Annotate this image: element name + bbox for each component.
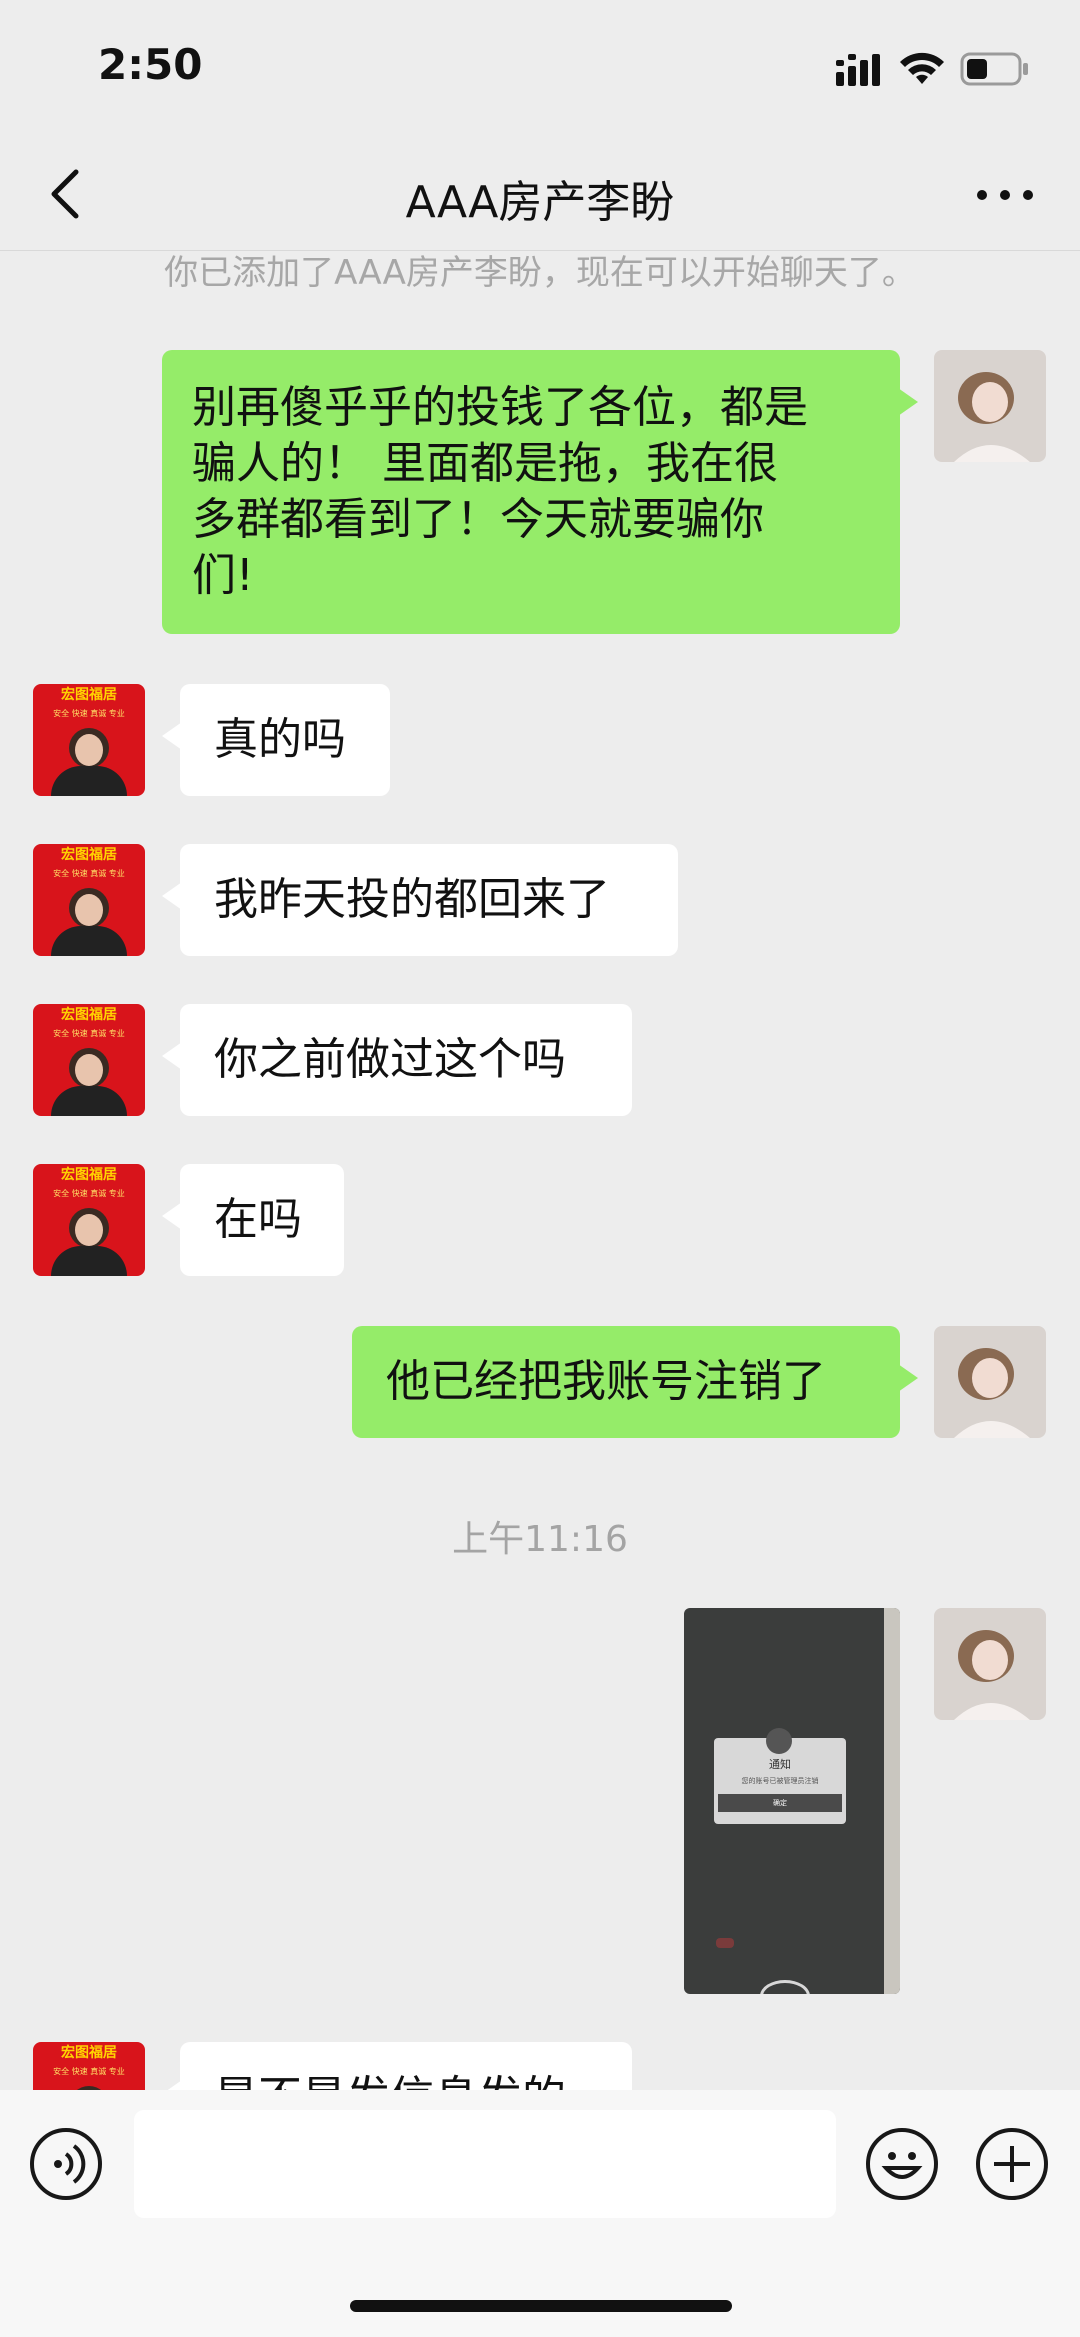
home-indicator bbox=[350, 2300, 732, 2312]
message-bubble-sent[interactable]: 他已经把我账号注销了 bbox=[352, 1326, 918, 1438]
user-photo-icon bbox=[934, 1608, 1046, 1720]
message-line: 们! bbox=[192, 550, 254, 601]
contact-avatar[interactable]: 宏图福居 安全 快速 真诚 专业 bbox=[33, 684, 145, 796]
chat-title: AAA房产李盼 bbox=[405, 177, 675, 228]
contact-avatar[interactable]: 宏图福居 安全 快速 真诚 专业 bbox=[33, 1164, 145, 1276]
status-time: 2:50 bbox=[98, 40, 203, 89]
message-text: 我昨天投的都回来了 bbox=[214, 874, 610, 925]
avatar-banner-title: 宏图福居 bbox=[61, 687, 117, 703]
message-line: 多群都看到了！今天就要骗你 bbox=[192, 494, 764, 545]
message-bubble-received[interactable]: 你之前做过这个吗 bbox=[162, 1004, 632, 1116]
image-message[interactable]: 通知 您的账号已被管理员注销 确定 bbox=[684, 1608, 900, 1994]
message-text: 你之前做过这个吗 bbox=[214, 1034, 566, 1085]
more-actions-button[interactable] bbox=[976, 2128, 1048, 2200]
emoji-icon bbox=[881, 2152, 923, 2179]
avatar-banner-slogan: 安全 快速 真诚 专业 bbox=[53, 709, 125, 718]
plus-icon bbox=[994, 2146, 1030, 2182]
battery-icon bbox=[960, 52, 1028, 86]
avatar-banner-slogan: 安全 快速 真诚 专业 bbox=[53, 1189, 125, 1198]
input-bar bbox=[0, 2090, 1080, 2337]
message-bubble-sent[interactable]: 别再傻乎乎的投钱了各位，都是 骗人的！ 里面都是拖，我在很 多群都看到了！今天就… bbox=[162, 350, 918, 634]
avatar-banner-slogan: 安全 快速 真诚 专业 bbox=[53, 2067, 125, 2076]
status-bar: 2:50 bbox=[0, 0, 1080, 140]
message-text: 在吗 bbox=[214, 1194, 302, 1245]
notice-body: 您的账号已被管理员注销 bbox=[741, 1777, 819, 1785]
my-avatar[interactable] bbox=[934, 350, 1046, 462]
notice-title: 通知 bbox=[769, 1758, 791, 1771]
wifi-icon bbox=[900, 52, 944, 84]
more-options-icon[interactable] bbox=[970, 170, 1040, 220]
photo-detail bbox=[716, 1938, 734, 1948]
notice-dialog: 通知 您的账号已被管理员注销 确定 bbox=[714, 1728, 846, 1824]
message-line: 别再傻乎乎的投钱了各位，都是 bbox=[192, 382, 808, 433]
phone-edge bbox=[884, 1608, 900, 1994]
my-avatar[interactable] bbox=[934, 1326, 1046, 1438]
avatar-banner-title: 宏图福居 bbox=[61, 2045, 117, 2061]
message-line: 骗人的！ 里面都是拖，我在很 bbox=[192, 438, 778, 489]
avatar-banner-title: 宏图福居 bbox=[61, 1007, 117, 1023]
message-text: 真的吗 bbox=[214, 714, 346, 765]
user-photo-icon bbox=[934, 350, 1046, 462]
cellular-signal-icon bbox=[836, 54, 880, 86]
avatar-banner-title: 宏图福居 bbox=[61, 847, 117, 863]
message-text: 他已经把我账号注销了 bbox=[386, 1356, 826, 1407]
avatar-banner-title: 宏图福居 bbox=[61, 1167, 117, 1183]
system-notice: 你已添加了AAA房产李盼，现在可以开始聊天了。 bbox=[164, 253, 916, 293]
notice-icon bbox=[766, 1728, 792, 1754]
contact-avatar[interactable]: 宏图福居 安全 快速 真诚 专业 bbox=[33, 844, 145, 956]
my-avatar[interactable] bbox=[934, 1608, 1046, 1720]
message-bubble-received[interactable]: 我昨天投的都回来了 bbox=[162, 844, 678, 956]
emoji-button[interactable] bbox=[866, 2128, 938, 2200]
message-bubble-received[interactable]: 真的吗 bbox=[162, 684, 390, 796]
user-photo-icon bbox=[934, 1326, 1046, 1438]
message-input[interactable] bbox=[134, 2110, 836, 2218]
message-timestamp: 上午11:16 bbox=[452, 1519, 628, 1560]
contact-avatar[interactable]: 宏图福居 安全 快速 真诚 专业 bbox=[33, 1004, 145, 1116]
message-bubble-received[interactable]: 在吗 bbox=[162, 1164, 344, 1276]
chat-header: AAA房产李盼 bbox=[0, 140, 1080, 251]
voice-icon bbox=[54, 2144, 86, 2184]
avatar-banner-slogan: 安全 快速 真诚 专业 bbox=[53, 1029, 125, 1038]
home-button bbox=[760, 1980, 810, 1994]
notice-confirm: 确定 bbox=[718, 1794, 842, 1812]
avatar-banner-slogan: 安全 快速 真诚 专业 bbox=[53, 869, 125, 878]
voice-input-button[interactable] bbox=[30, 2128, 102, 2200]
